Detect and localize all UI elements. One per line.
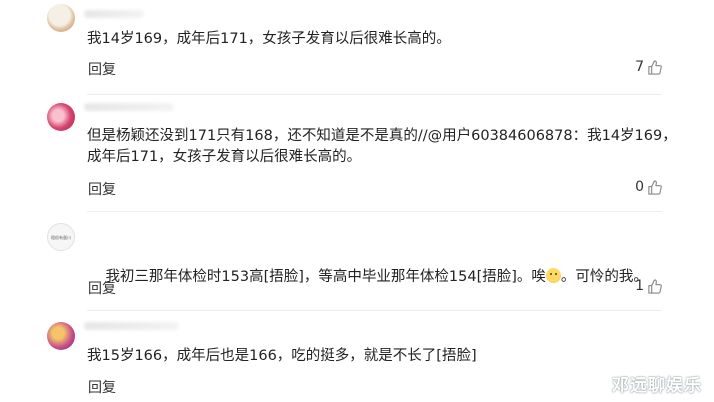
sad-face-emoji-icon [545,268,561,283]
avatar[interactable] [47,4,75,32]
comment-text: 我初三那年体检时153高[捂脸]，等高中毕业那年体检154[捂脸]。唉 。可怜的我… [87,246,687,309]
thumb-up-icon [648,179,662,195]
comment-text-part: 我初三那年体检时153高[捂脸]，等高中毕业那年体检154[捂脸]。唉 [105,269,546,285]
like-count: 0 [635,179,644,195]
avatar[interactable] [47,322,75,350]
reply-button[interactable]: 回复 [88,377,116,397]
comment-text: 我15岁166，成年后也是166，吃的挺多，就是不长了[捂脸] [87,348,477,364]
like-button[interactable]: 0 [635,179,662,195]
thumb-up-icon [648,59,662,75]
avatar[interactable]: 粗俗有蛋川 [47,223,75,251]
reply-button[interactable]: 回复 [88,179,116,199]
comment-text: 我14岁169，成年后171，女孩子发育以后很难长高的。 [87,31,451,47]
reply-button[interactable]: 回复 [88,278,116,298]
like-count: 7 [635,59,644,75]
thumb-up-icon [648,278,662,294]
comment-text: 但是杨颖还没到171只有168，还不知道是不是真的//@用户6038460687… [87,128,677,165]
divider [87,94,662,95]
like-button[interactable]: 1 [635,278,662,294]
username-blurred [84,322,179,330]
username-blurred [84,103,174,111]
avatar[interactable] [47,103,75,131]
watermark: 邓远聊娱乐 [612,376,702,396]
divider [87,211,662,212]
like-button[interactable]: 7 [635,59,662,75]
divider [87,310,662,311]
reply-button[interactable]: 回复 [88,59,116,79]
username-blurred [84,10,144,18]
like-count: 1 [635,278,644,294]
avatar-text: 粗俗有蛋川 [51,235,71,240]
